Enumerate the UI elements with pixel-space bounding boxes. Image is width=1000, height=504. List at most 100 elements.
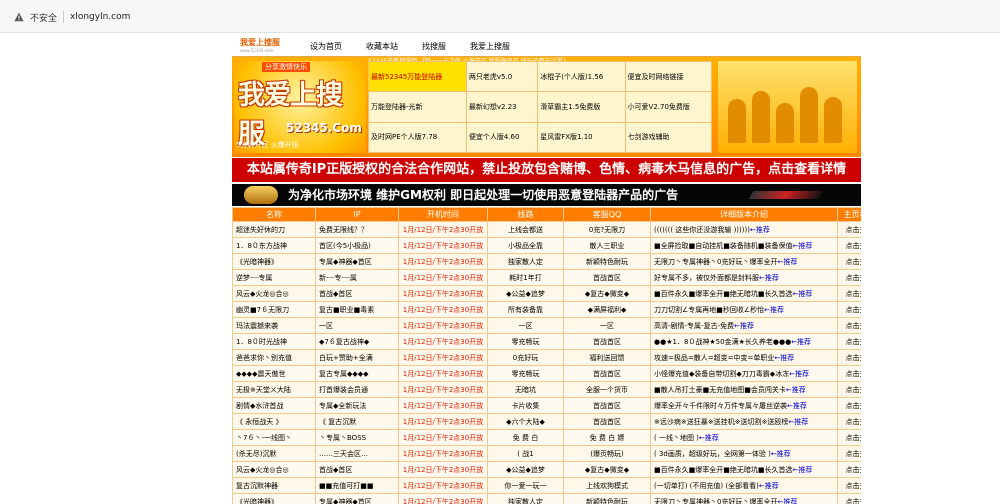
server-name[interactable]: 1．8０东方战神 — [232, 237, 316, 254]
server-name[interactable]: 风云◆火龙◎合◎ — [232, 461, 316, 478]
recommend-link[interactable]: ←推荐 — [792, 242, 812, 250]
address-bar[interactable]: 不安全 xlongyln.com — [14, 10, 130, 24]
recommend-link[interactable]: ←推荐 — [699, 434, 719, 442]
recommend-link[interactable]: ←推荐 — [777, 258, 797, 266]
homepage-link[interactable]: 点击查看 — [837, 349, 861, 366]
recommend-link[interactable]: ←推荐 — [789, 370, 809, 378]
server-name[interactable]: 逆梦┈┈专属 — [232, 269, 316, 286]
server-name[interactable]: 《光暗神器》 — [232, 493, 316, 504]
homepage-link[interactable]: 点击查看 — [837, 317, 861, 334]
table-row[interactable]: ◆◆◆◆震天傲世 复古专属◆◆◆◆ 1月/12日/下午2点30开放 零充畅玩 首战首区小… — [232, 365, 861, 382]
recommend-link[interactable]: ←推荐 — [787, 402, 807, 410]
server-name[interactable]: 玛法震撼来袭 — [232, 317, 316, 334]
recommend-link[interactable]: ←推荐 — [777, 498, 797, 504]
recommend-link[interactable]: ←推荐 — [792, 290, 812, 298]
banner-link[interactable]: 滑草霸主1.5免费版 — [537, 91, 626, 123]
table-row[interactable]: 复古沉默神器 ■■充值可打■■ 1月/12日/下午2点30开放 你一爱一玩一 上线欢狗模… — [232, 477, 861, 494]
banner-link[interactable]: 两只老虎v5.0 — [465, 60, 539, 93]
homepage-link[interactable]: 点击查看 — [837, 477, 861, 494]
server-name[interactable]: 《 永恒战天 》 — [232, 413, 316, 430]
recommend-link[interactable]: ←推荐 — [791, 338, 811, 346]
nav-link-love[interactable]: 我爱上搜服 — [458, 41, 522, 52]
recommend-link[interactable]: ←推荐 — [771, 450, 791, 458]
server-name[interactable]: 风云◆火龙◎合◎ — [232, 285, 316, 302]
table-row[interactable]: 《光暗神器》 专属◆神器◆首区 1月/12日/下午2点30开放 独家散人定 新颖特色耐玩… — [232, 253, 861, 270]
table-row[interactable]: 幽灵■7６无限刀 复古■职业■毒素 1月/12日/下午2点30开放 所有装备靠 ◆满屏福… — [232, 301, 861, 318]
table-row[interactable]: 风云◆火龙◎合◎ 首战◆首区 1月/12日/下午2点30开放 ◆公益◆追梦 ◆复古◆微变… — [232, 461, 861, 478]
homepage-link[interactable]: 点击查看 — [837, 461, 861, 478]
homepage-link[interactable]: 点击查看 — [837, 285, 861, 302]
table-row[interactable]: 1．8０东方战神 首区(今5小极品) 1月/12日/下午2点30开放 小极品全靠 散人三… — [232, 237, 861, 254]
recommend-link[interactable]: ←推荐 — [759, 274, 779, 282]
recommend-link[interactable]: ←推荐 — [750, 226, 770, 234]
table-row[interactable]: 1．8０时光战神 ◆7６复古战神◆ 1月/12日/下午2点30开放 零充畅玩 首战首区 ●… — [232, 333, 861, 350]
server-name[interactable]: 复古沉默神器 — [232, 477, 316, 494]
table-row[interactable]: 无极※天堂ㄨ大陆 打首爆装会员通 1月/12日/下午2点30开放 无暗坑 全服一个货币 ■… — [232, 381, 861, 398]
recommend-link[interactable]: ←推荐 — [786, 386, 806, 394]
banner-link[interactable]: 七剑游戏辅助 — [624, 121, 713, 154]
server-name[interactable]: 1．8０时光战神 — [232, 333, 316, 350]
banner-link[interactable]: 便宜及时网络链接 — [624, 60, 713, 93]
gm-notice-banner[interactable]: 为净化市场环境 维护GM权利 即日起处理一切使用恶意登陆器产品的广告 — [232, 184, 861, 206]
homepage-link[interactable]: 点击查看 — [837, 397, 861, 414]
url-text[interactable]: xlongyln.com — [70, 12, 130, 22]
homepage-link[interactable]: 点击查看 — [837, 365, 861, 382]
table-row[interactable]: 剧情◆水浒首战 专属◆全新玩法 1月/12日/下午2点30开放 卡片收集 首战首区 爆率全… — [232, 397, 861, 414]
homepage-link[interactable]: 点击查看 — [837, 333, 861, 350]
table-row[interactable]: 逆梦┈┈专属 新┈┈专┈┈属 1月/12日/下午2点30开放 耗时1年打 首战首区 好专属… — [232, 269, 861, 286]
table-row[interactable]: 超迷失好休的刀 免费无限线？？ 1月/12日/下午2点30开放 上线会都送 0充?无限刀… — [232, 221, 861, 238]
banner-link[interactable]: 及时网PE个人版7.78 — [368, 121, 467, 154]
table-row[interactable]: 《 永恒战天 》《 复古沉默 1月/12日/下午2点30开放 ◆六个大陆◆ 首战首区 ※… — [232, 413, 861, 430]
banner-link[interactable]: 星风雷FX版1.10 — [537, 121, 626, 154]
site-logo[interactable]: 我爱上搜服 www.52345.com — [240, 38, 286, 54]
server-name[interactable]: ◆◆◆◆震天傲世 — [232, 365, 316, 382]
homepage-link[interactable]: 点击查看 — [837, 269, 861, 286]
homepage-link[interactable]: 点击查看 — [837, 253, 861, 270]
server-name[interactable]: 无极※天堂ㄨ大陆 — [232, 381, 316, 398]
recommend-link[interactable]: ←推荐 — [788, 418, 808, 426]
server-name[interactable]: 幽灵■7６无限刀 — [232, 301, 316, 318]
homepage-link[interactable]: 点击查看 — [837, 445, 861, 462]
table-row[interactable]: 风云◆火龙◎合◎ 首战◆首区 1月/12日/下午2点30开放 ◆公益◆追梦 ◆复古◆微变… — [232, 285, 861, 302]
banner-link[interactable]: 最新幻想v2.23 — [465, 91, 539, 123]
banner-crowd-image[interactable] — [718, 61, 857, 153]
server-name[interactable]: 爸爸求你丶别充值 — [232, 349, 316, 366]
server-name[interactable]: 超迷失好休的刀 — [232, 221, 316, 238]
server-name[interactable]: 剧情◆水浒首战 — [232, 397, 316, 414]
recommend-link[interactable]: ←推荐 — [774, 354, 794, 362]
recommend-link[interactable]: ←推荐 — [759, 482, 779, 490]
homepage-link[interactable]: 点击查看 — [837, 381, 861, 398]
server-details: (一切单打) (不用充值) (全部看看)←推荐 — [650, 477, 838, 494]
nav-link-homepage[interactable]: 设为首页 — [298, 41, 354, 52]
recommend-link[interactable]: ←推荐 — [734, 322, 754, 330]
nav-link-find[interactable]: 找搜服 — [410, 41, 458, 52]
copyright-notice-banner[interactable]: 本站属传奇IP正版授权的合法合作网站，禁止投放包含赌博、色情、病毒木马信息的广告… — [232, 158, 861, 182]
homepage-link[interactable]: 点击查看 — [837, 237, 861, 254]
server-name[interactable]: 《光暗神器》 — [232, 253, 316, 270]
banner-link[interactable]: 冰棍子(个人版)1.56 — [537, 60, 626, 93]
table-row[interactable]: 玛法震撼来袭 一区 1月/12日/下午2点30开放 一区 一区 高清-剧情-专属-复古-免… — [232, 317, 861, 334]
homepage-link[interactable]: 点击查看 — [837, 429, 861, 446]
homepage-link[interactable]: 点击查看 — [837, 493, 861, 504]
security-label: 不安全 — [30, 13, 58, 24]
open-time: 1月/12日/下午2点30开放 — [398, 285, 488, 302]
table-row[interactable]: (杀无尽)沉默 ……三天会区… 1月/12日/下午2点30开放( 战1 (爆页畅玩)(… — [232, 445, 861, 462]
table-row[interactable]: 《光暗神器》 专属◆神器◆首区 1月/12日/下午2点30开放 独家散人定 新颖特色耐玩… — [232, 493, 861, 504]
details-text: ■百件永久■爆率全开■绝无暗坑■长久首选 — [654, 465, 793, 474]
banner-link[interactable]: 最新52345万能登陆器 — [368, 60, 467, 93]
server-line: 免 费 白 — [487, 429, 564, 446]
table-row[interactable]: 丶7６丶-一线图丶 丶专属丶BOSS 1月/12日/下午2点30开放免 费 白免 费… — [232, 429, 861, 446]
homepage-link[interactable]: 点击查看 — [837, 413, 861, 430]
banner-link[interactable]: 便宜个人版4.60 — [465, 121, 539, 154]
banner-link[interactable]: 万能登陆器-光新 — [368, 91, 467, 123]
homepage-link[interactable]: 点击查看 — [837, 221, 861, 238]
server-name[interactable]: (杀无尽)沉默 — [232, 445, 316, 462]
recommend-link[interactable]: ←推荐 — [764, 306, 784, 314]
banner-logo[interactable]: 分享激情快乐 我爱上搜服 52345.Com 5分钟开区 火爆开张 — [234, 61, 366, 153]
nav-link-bookmark[interactable]: 收藏本站 — [354, 41, 410, 52]
homepage-link[interactable]: 点击查看 — [837, 301, 861, 318]
table-row[interactable]: 爸爸求你丶别充值 白玩+赞助+全满 1月/12日/下午2点30开放 0充好玩 福利送回馈… — [232, 349, 861, 366]
banner-link[interactable]: 小可爱V2.70免费版 — [624, 91, 713, 123]
server-name[interactable]: 丶7６丶-一线图丶 — [232, 429, 316, 446]
recommend-link[interactable]: ←推荐 — [792, 466, 812, 474]
